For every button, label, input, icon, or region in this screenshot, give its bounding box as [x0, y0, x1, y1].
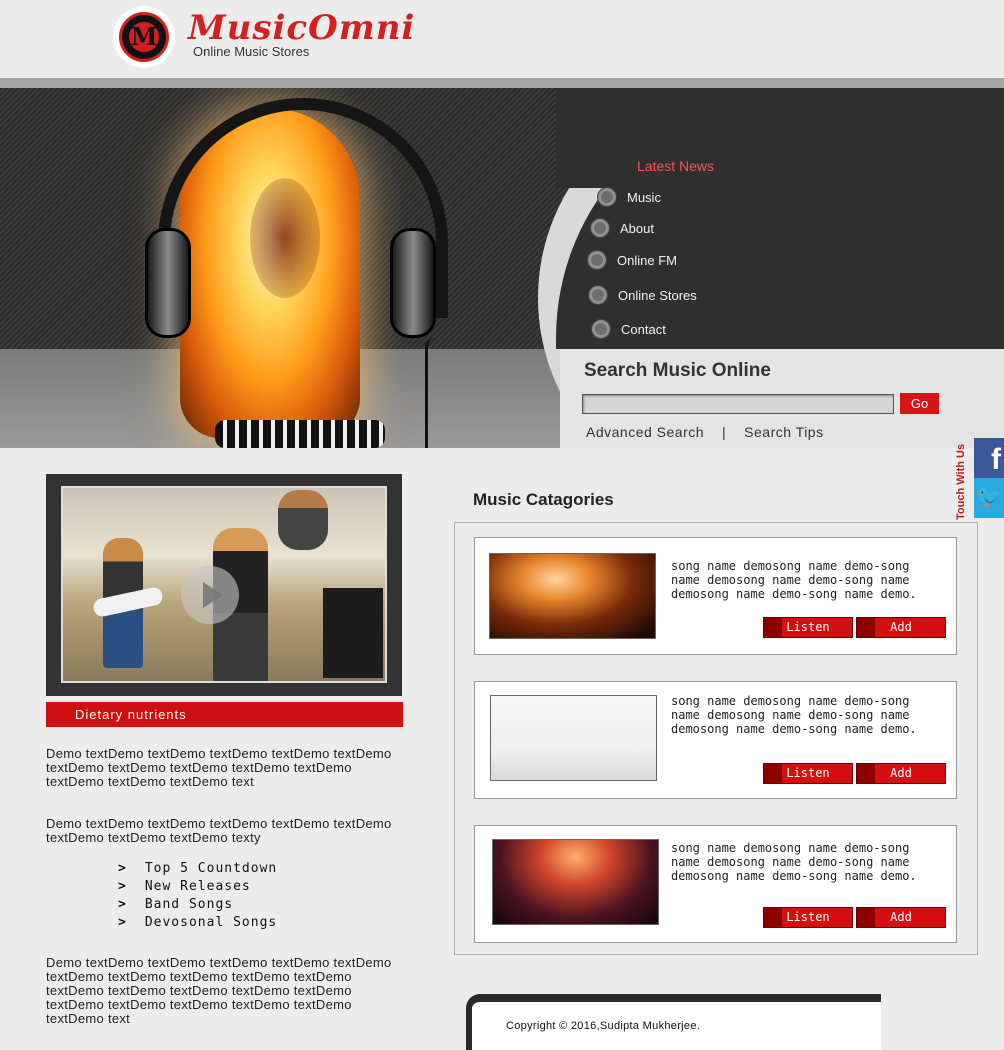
search-input[interactable] — [582, 394, 894, 414]
video-caption: Dietary nutrients — [46, 702, 403, 727]
search-links: Advanced Search | Search Tips — [586, 424, 824, 440]
card-description: song name demosong name demo-song name d… — [671, 559, 917, 601]
demo-paragraph-1: Demo textDemo textDemo textDemo textDemo… — [46, 746, 392, 789]
band-video-thumbnail[interactable] — [61, 486, 387, 683]
news-item-label: Contact — [621, 321, 666, 337]
add-button[interactable]: Add — [856, 907, 946, 928]
bullet-icon — [590, 218, 610, 238]
social-label: Touch With Us — [955, 443, 967, 520]
add-button[interactable]: Add — [856, 763, 946, 784]
card-description: song name demosong name demo-song name d… — [671, 841, 917, 883]
brand-tagline: Online Music Stores — [193, 44, 310, 59]
listen-button[interactable]: Listen — [763, 763, 853, 784]
search-title: Search Music Online — [584, 360, 771, 381]
news-item-label: Music — [627, 189, 661, 205]
category-card: song name demosong name demo-song name d… — [474, 537, 957, 655]
header-divider — [0, 78, 1004, 88]
arrow-icon: > — [118, 915, 127, 930]
bullet-icon — [597, 187, 617, 207]
link-separator: | — [722, 424, 727, 440]
news-item-contact[interactable]: Contact — [591, 319, 666, 339]
hero-headphones-image — [140, 98, 470, 448]
news-item-online-stores[interactable]: Online Stores — [588, 285, 697, 305]
list-item-new-releases[interactable]: > New Releases — [118, 878, 277, 896]
news-item-label: About — [620, 220, 654, 236]
listen-button[interactable]: Listen — [763, 907, 853, 928]
category-card: song name demosong name demo-song name d… — [474, 825, 957, 943]
crowd-image[interactable] — [492, 839, 659, 925]
play-icon[interactable] — [181, 566, 239, 624]
card-description: song name demosong name demo-song name d… — [671, 694, 917, 736]
copyright-text: Copyright © 2016,Sudipta Mukherjee. — [506, 1020, 701, 1032]
news-title: Latest News — [637, 158, 715, 174]
bullet-icon — [591, 319, 611, 339]
demo-paragraph-3: Demo textDemo textDemo textDemo textDemo… — [46, 955, 392, 1026]
news-item-about[interactable]: About — [590, 218, 654, 238]
brand-name[interactable]: MusicOmni — [188, 8, 415, 48]
search-tips-link[interactable]: Search Tips — [744, 424, 823, 440]
categories-title: Music Catagories — [473, 490, 614, 509]
add-button[interactable]: Add — [856, 617, 946, 638]
bullet-icon — [588, 285, 608, 305]
logo-icon[interactable]: M — [113, 6, 175, 68]
bullet-icon — [587, 250, 607, 270]
concert-image[interactable] — [489, 553, 656, 639]
arrow-icon: > — [118, 879, 127, 894]
twitter-icon[interactable]: 🐦 — [974, 478, 1004, 518]
site-header: M MusicOmni Online Music Stores — [0, 0, 1004, 78]
list-item-devosonal-songs[interactable]: > Devosonal Songs — [118, 914, 277, 932]
demo-paragraph-2: Demo textDemo textDemo textDemo textDemo… — [46, 816, 392, 845]
listen-button[interactable]: Listen — [763, 617, 853, 638]
logo-letter: M — [129, 22, 159, 52]
news-item-label: Online Stores — [618, 287, 697, 303]
arrow-icon: > — [118, 897, 127, 912]
arrow-icon: > — [118, 861, 127, 876]
news-item-label: Online FM — [617, 252, 677, 268]
search-go-button[interactable]: Go — [900, 393, 939, 414]
list-item-top5[interactable]: > Top 5 Countdown — [118, 860, 277, 878]
category-card: song name demosong name demo-song name d… — [474, 681, 957, 799]
advanced-search-link[interactable]: Advanced Search — [586, 424, 704, 440]
news-item-online-fm[interactable]: Online FM — [587, 250, 677, 270]
featured-list: > Top 5 Countdown > New Releases > Band Son… — [118, 860, 277, 932]
news-item-music[interactable]: Music — [597, 187, 661, 207]
guitarist-image[interactable] — [490, 695, 657, 781]
list-item-band-songs[interactable]: > Band Songs — [118, 896, 277, 914]
facebook-icon[interactable]: f — [974, 438, 1004, 478]
